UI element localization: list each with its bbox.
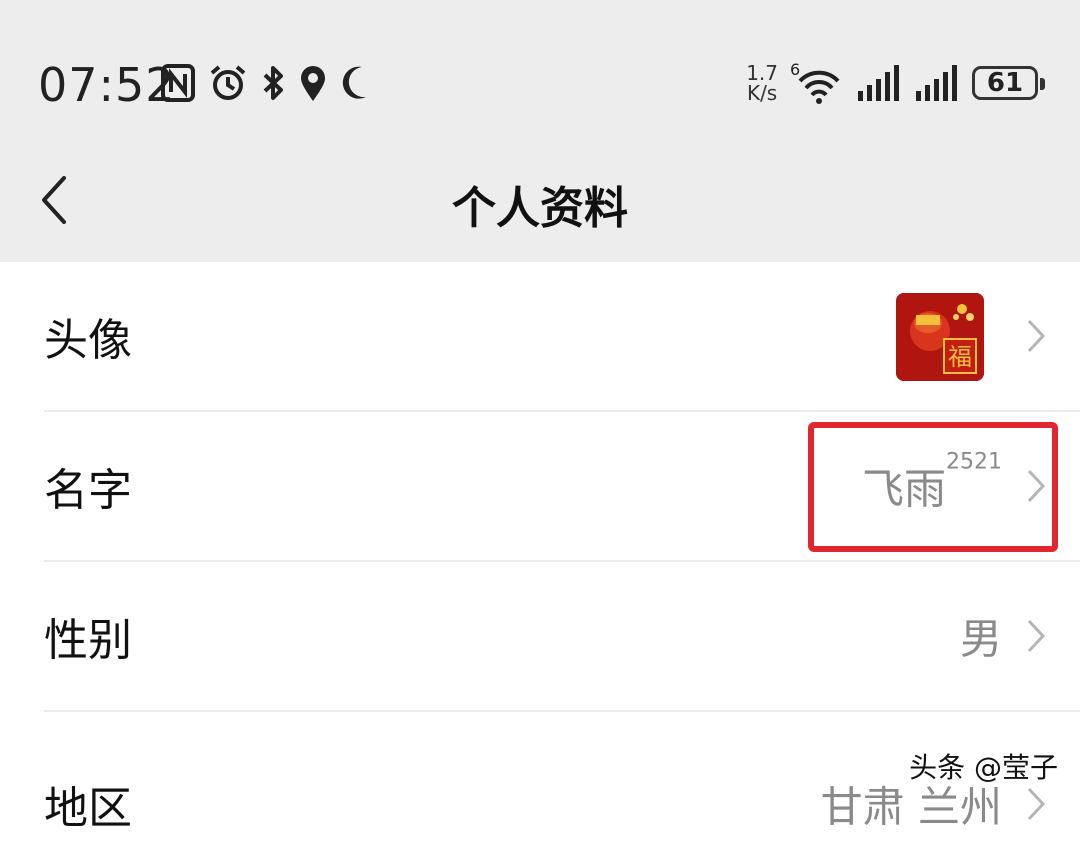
chevron-right-icon bbox=[1027, 787, 1046, 821]
nav-bar: 个人资料 bbox=[0, 140, 1080, 262]
battery-indicator: 61 bbox=[972, 66, 1045, 100]
signal-icon-2 bbox=[916, 65, 957, 101]
avatar: 福 bbox=[896, 293, 984, 381]
chevron-right-icon bbox=[1027, 619, 1046, 653]
row-region[interactable]: 地区 甘肃 兰州 bbox=[44, 712, 1080, 862]
svg-text:福: 福 bbox=[948, 343, 972, 371]
network-speed: 1.7 K/s bbox=[746, 61, 778, 105]
nfc-icon bbox=[161, 64, 195, 102]
watermark: 头条 @莹子 bbox=[909, 751, 1058, 784]
signal-icon-1 bbox=[858, 65, 899, 101]
status-time: 07:52 bbox=[38, 58, 176, 112]
row-label: 性别 bbox=[44, 615, 132, 666]
avatar-image: 福 bbox=[896, 293, 984, 381]
gender-value: 男 bbox=[959, 614, 1002, 664]
moon-icon bbox=[342, 66, 366, 99]
svg-text:6: 6 bbox=[790, 61, 800, 79]
row-gender[interactable]: 性别 男 bbox=[44, 562, 1080, 712]
status-icons-left bbox=[160, 60, 376, 106]
bluetooth-icon bbox=[263, 66, 283, 100]
status-bar: 07:52 1.7 K/s 6 61 bbox=[0, 0, 1080, 140]
row-avatar[interactable]: 头像 福 bbox=[44, 262, 1080, 412]
status-icons-right: 1.7 K/s 6 61 bbox=[746, 58, 1045, 108]
row-label: 名字 bbox=[44, 465, 132, 516]
row-label: 地区 bbox=[44, 783, 132, 834]
row-label: 头像 bbox=[44, 315, 132, 366]
page-title: 个人资料 bbox=[452, 183, 628, 234]
highlight-box bbox=[808, 422, 1058, 552]
wifi-icon: 6 bbox=[790, 61, 840, 104]
alarm-icon bbox=[210, 65, 246, 100]
chevron-right-icon bbox=[1027, 319, 1046, 353]
location-icon bbox=[301, 66, 325, 101]
